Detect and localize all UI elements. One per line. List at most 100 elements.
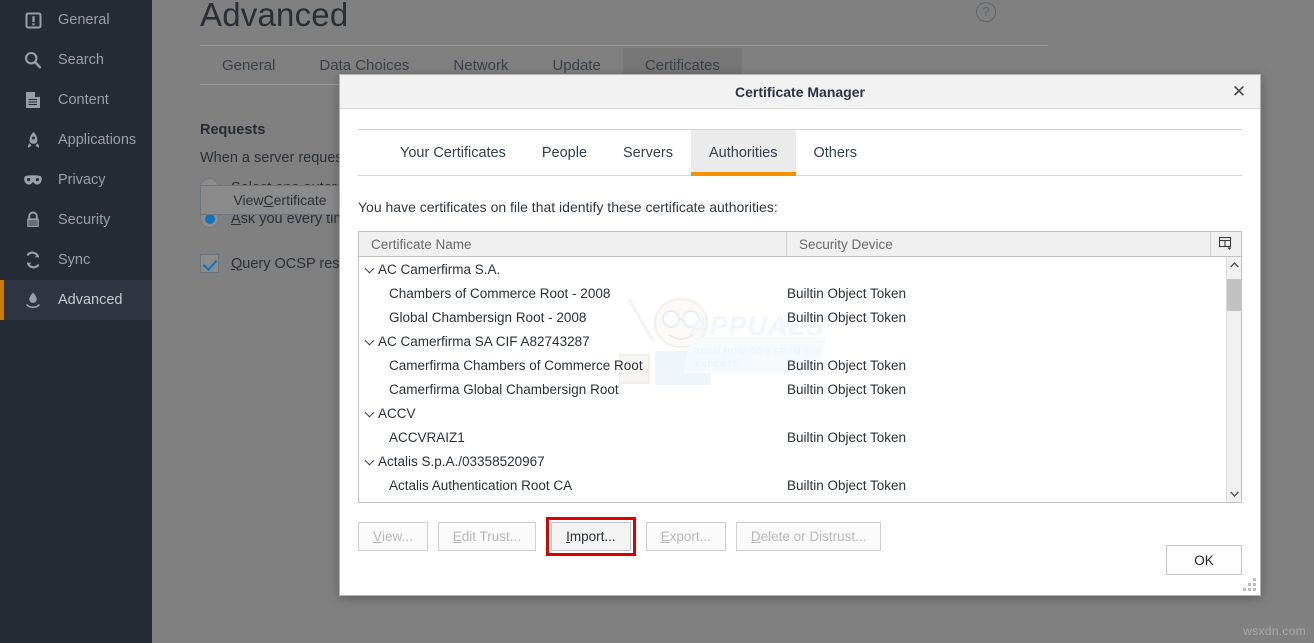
lock-icon (22, 210, 44, 230)
security-device-cell: Builtin Object Token (787, 382, 1241, 397)
dialog-title-bar: Certificate Manager ✕ (340, 75, 1260, 109)
scrollbar-track[interactable] (1227, 273, 1242, 486)
sidebar-item-privacy[interactable]: Privacy (0, 160, 152, 200)
accel-key: V (373, 529, 382, 544)
cert-name: AC Camerfirma S.A. (378, 262, 500, 277)
tab-others[interactable]: Others (796, 130, 876, 175)
chevron-up-icon[interactable] (1227, 257, 1242, 273)
table-header: Certificate Name Security Device (359, 232, 1241, 257)
tab-your-certificates[interactable]: Your Certificates (382, 130, 524, 175)
certificate-table: Certificate Name Security Device (358, 231, 1242, 503)
security-device-cell: Builtin Object Token (787, 430, 1241, 445)
cert-name: Actalis S.p.A./03358520967 (378, 454, 545, 469)
chevron-down-icon[interactable] (365, 407, 377, 419)
cert-name-cell: ACCVRAIZ1 (359, 430, 787, 445)
column-options-icon[interactable] (1211, 232, 1241, 256)
sidebar-item-label: Privacy (58, 173, 106, 188)
table-row[interactable]: Camerfirma Global Chambersign Root Built… (359, 377, 1241, 401)
tab-general[interactable]: General (200, 48, 297, 83)
vertical-scrollbar[interactable] (1226, 257, 1241, 502)
checkbox-label: Query OCSP resp (231, 256, 348, 272)
edit-trust-button[interactable]: Edit Trust... (438, 522, 536, 551)
button-label-post: ertificate (274, 192, 327, 208)
view-button[interactable]: View... (358, 522, 428, 551)
table-row[interactable]: ACCV (359, 401, 1241, 425)
cert-name-cell: AC Camerfirma S.A. (359, 262, 787, 277)
dialog-body: Your Certificates People Servers Authori… (340, 109, 1260, 595)
chevron-down-icon[interactable] (365, 263, 377, 275)
dialog-description: You have certificates on file that ident… (358, 199, 1242, 215)
button-label: iew... (382, 529, 413, 544)
cert-name: ACCV (378, 406, 416, 421)
table-row[interactable]: AC Camerfirma S.A. (359, 257, 1241, 281)
accel-key: D (751, 529, 761, 544)
sidebar-item-sync[interactable]: Sync (0, 240, 152, 280)
button-label: mport... (570, 529, 616, 544)
cert-name-cell: ACCV (359, 406, 787, 421)
screen: General Search Content Applications Priv (0, 0, 1314, 643)
requests-heading: Requests (200, 122, 354, 138)
sidebar-item-applications[interactable]: Applications (0, 120, 152, 160)
accel-key: C (264, 192, 274, 208)
corner-watermark: wsxdn.com (1243, 624, 1306, 638)
chevron-down-icon[interactable] (1227, 486, 1242, 502)
export-button[interactable]: Export... (646, 522, 726, 551)
chevron-down-icon[interactable] (365, 335, 377, 347)
cert-name-cell: Actalis S.p.A./03358520967 (359, 454, 787, 469)
tab-people[interactable]: People (524, 130, 605, 175)
cert-name-cell: AC Camerfirma SA CIF A82743287 (359, 334, 787, 349)
column-header-certificate-name[interactable]: Certificate Name (359, 232, 787, 256)
security-device-cell: Builtin Object Token (787, 286, 1241, 301)
delete-or-distrust-button[interactable]: Delete or Distrust... (736, 522, 882, 551)
checkbox-box[interactable] (200, 254, 219, 273)
sidebar-item-label: Security (58, 213, 110, 228)
table-rows: APPUALS TECH HOW-TO'S FROM THE EXPERTS! … (359, 257, 1241, 502)
resize-grip-icon[interactable] (1244, 579, 1256, 591)
table-row[interactable]: ACCVRAIZ1 Builtin Object Token (359, 425, 1241, 449)
chevron-down-icon[interactable] (365, 455, 377, 467)
sidebar-item-security[interactable]: Security (0, 200, 152, 240)
sidebar-item-label: Search (58, 53, 104, 68)
tab-authorities[interactable]: Authorities (691, 130, 796, 175)
sidebar-item-advanced[interactable]: Advanced (0, 280, 152, 320)
cert-name-cell: Global Chambersign Root - 2008 (359, 310, 787, 325)
checkbox-label-text: uery OCSP resp (242, 256, 347, 272)
sidebar-item-content[interactable]: Content (0, 80, 152, 120)
accel-key: E (453, 529, 462, 544)
button-label: elete or Distrust... (761, 529, 867, 544)
checkbox-query-ocsp[interactable]: Query OCSP resp (200, 254, 354, 273)
sidebar-item-search[interactable]: Search (0, 40, 152, 80)
sidebar-item-general[interactable]: General (0, 0, 152, 40)
button-label: dit Trust... (462, 529, 521, 544)
tab-servers[interactable]: Servers (605, 130, 691, 175)
cert-name: AC Camerfirma SA CIF A82743287 (378, 334, 590, 349)
certificate-manager-dialog: Certificate Manager ✕ Your Certificates … (339, 74, 1261, 596)
table-row[interactable]: Actalis S.p.A./03358520967 (359, 449, 1241, 473)
sidebar-item-label: Advanced (58, 293, 123, 308)
ok-button[interactable]: OK (1166, 545, 1242, 575)
import-button[interactable]: Import... (551, 522, 631, 551)
scrollbar-thumb[interactable] (1227, 279, 1242, 311)
table-row[interactable]: Global Chambersign Root - 2008 Builtin O… (359, 305, 1241, 329)
search-icon (22, 50, 44, 70)
column-header-security-device[interactable]: Security Device (787, 232, 1211, 256)
security-device-cell: Builtin Object Token (787, 310, 1241, 325)
applications-icon (22, 130, 44, 150)
table-row[interactable]: Camerfirma Chambers of Commerce Root Bui… (359, 353, 1241, 377)
accel-key: E (661, 529, 670, 544)
dialog-title: Certificate Manager (735, 84, 865, 100)
certificate-tab-strip: Your Certificates People Servers Authori… (358, 129, 1242, 176)
close-icon[interactable]: ✕ (1228, 81, 1250, 103)
button-label-pre: View (233, 192, 263, 208)
preferences-sidebar: General Search Content Applications Priv (0, 0, 152, 643)
cert-name-cell: Camerfirma Chambers of Commerce Root (359, 358, 787, 373)
table-row[interactable]: AC Camerfirma SA CIF A82743287 (359, 329, 1241, 353)
table-row[interactable]: Actalis Authentication Root CA Builtin O… (359, 473, 1241, 497)
sidebar-item-label: General (58, 13, 110, 28)
sidebar-item-label: Sync (58, 253, 90, 268)
help-circle-icon[interactable]: ? (976, 2, 996, 22)
table-row[interactable]: Chambers of Commerce Root - 2008 Builtin… (359, 281, 1241, 305)
view-certificates-button[interactable]: View Certificate (200, 185, 360, 215)
security-device-cell: Builtin Object Token (787, 478, 1241, 493)
requests-description: When a server requests (200, 150, 354, 166)
